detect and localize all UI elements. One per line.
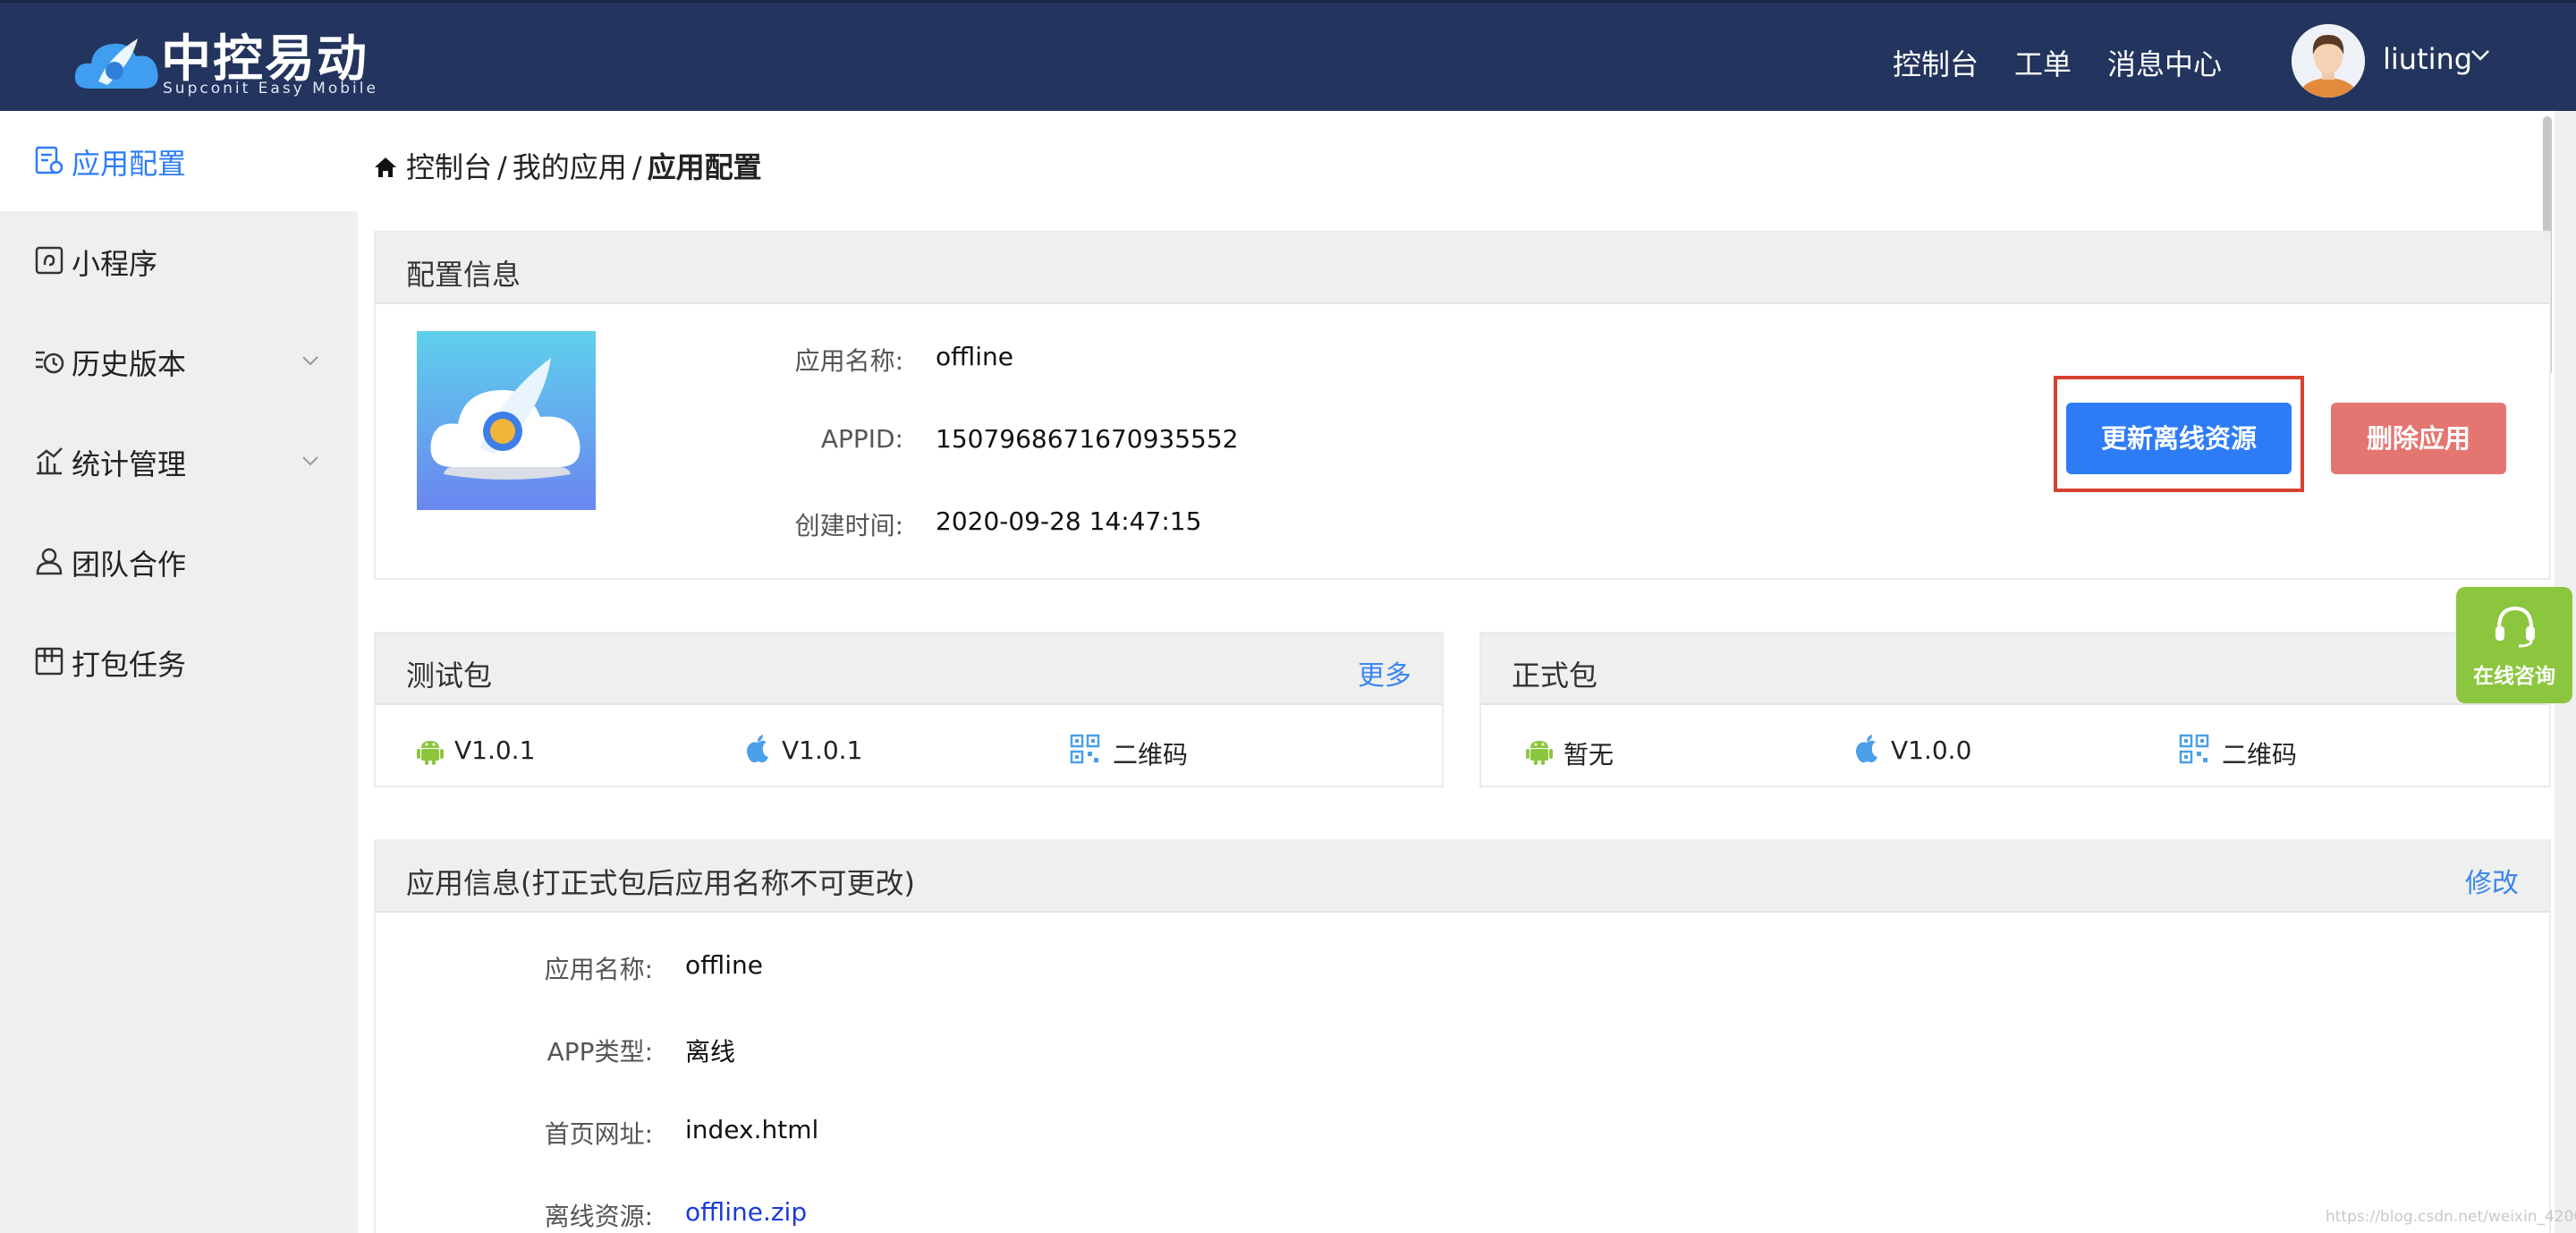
apple-icon [747,735,768,763]
value-app-name: offline [936,342,1013,371]
settings-doc-icon [35,146,64,174]
info-value-app-name: offline [685,950,763,980]
sidebar-item-label: 打包任务 [72,648,187,682]
android-icon [417,741,444,765]
nav-console[interactable]: 控制台 [1893,42,1979,83]
delete-app-button[interactable]: 删除应用 [2331,403,2506,474]
edit-link[interactable]: 修改 [2465,861,2519,900]
mini-program-icon [35,246,64,275]
online-consult-button[interactable]: 在线咨询 [2456,587,2572,703]
sidebar-item-mini-program[interactable]: 小程序 [0,211,358,311]
sidebar: 应用配置 小程序 历史版本 统计管理 团队合作 打包任务 [0,111,358,1233]
info-label-app-name: 应用名称: [544,955,653,984]
card-header: 配置信息 [376,233,2549,304]
label-appid: APPID: [820,424,903,454]
nav-message-center[interactable]: 消息中心 [2107,42,2222,83]
offline-zip-link[interactable]: offline.zip [685,1197,807,1227]
info-value-app-type: 离线 [685,1037,736,1067]
logo-subtitle: Supconit Easy Mobile [163,80,378,98]
nav-ticket[interactable]: 工单 [2014,42,2072,83]
label-app-name: 应用名称: [794,346,903,376]
card-title: 配置信息 [406,258,521,292]
card-header: 测试包 更多 [376,634,1442,705]
android-icon [1526,741,1553,765]
value-appid: 1507968671670935552 [936,424,1239,454]
qrcode-icon [2179,734,2209,764]
info-value-homepage-url: index.html [685,1115,819,1144]
breadcrumb-separator: / [497,150,507,184]
sidebar-item-label: 小程序 [72,247,158,281]
online-consult-label: 在线咨询 [2473,665,2555,688]
test-ios-version[interactable]: V1.0.1 [782,736,862,765]
value-created-time: 2020-09-28 14:47:15 [936,506,1202,536]
sidebar-item-label: 团队合作 [72,548,187,582]
release-android-version: 暂无 [1563,740,1614,770]
brand-logo[interactable]: 中控易动 Supconit Easy Mobile [73,17,377,98]
breadcrumb-separator: / [631,150,642,184]
test-qrcode-link[interactable]: 二维码 [1113,736,1188,771]
history-icon [36,351,64,374]
qrcode-icon [1070,734,1100,764]
headset-icon [2496,606,2535,648]
app-rocket-icon [417,331,596,510]
release-ios-version[interactable]: V1.0.0 [1891,736,1971,765]
chevron-down-icon[interactable] [2470,49,2490,62]
sidebar-item-team[interactable]: 团队合作 [0,512,358,612]
sidebar-item-history[interactable]: 历史版本 [0,311,358,412]
avatar[interactable] [2292,24,2365,98]
info-label-app-type: APP类型: [547,1037,653,1067]
card-title: 正式包 [1512,659,1598,693]
user-icon [36,548,63,575]
package-icon [35,647,64,676]
sidebar-item-app-config[interactable]: 应用配置 [0,111,358,211]
username[interactable]: liuting [2383,42,2472,76]
test-android-version[interactable]: V1.0.1 [454,736,535,765]
card-header: 正式包 [1481,634,2549,705]
info-label-homepage-url: 首页网址: [544,1119,653,1149]
chart-icon [37,447,63,475]
info-label-offline-resource: 离线资源: [544,1202,653,1231]
update-offline-resource-button[interactable]: 更新离线资源 [2066,403,2292,474]
chevron-down-icon[interactable] [301,354,320,367]
card-header: 应用信息(打正式包后应用名称不可更改) 修改 [376,841,2549,913]
sidebar-item-label: 应用配置 [72,147,187,181]
label-created-time: 创建时间: [794,511,903,540]
cloud-rocket-icon [74,38,158,89]
release-package-card: 正式包 [1479,632,2551,787]
sidebar-item-package-tasks[interactable]: 打包任务 [0,612,358,712]
chevron-down-icon[interactable] [301,455,320,467]
home-icon[interactable] [374,156,397,179]
breadcrumb-my-apps[interactable]: 我的应用 [513,150,627,184]
more-link[interactable]: 更多 [1358,653,1411,693]
watermark: https://blog.csdn.net/weixin_42060524 [2326,1208,2576,1226]
card-title: 应用信息(打正式包后应用名称不可更改) [406,866,915,900]
sidebar-item-label: 历史版本 [72,347,187,381]
sidebar-item-statistics[interactable]: 统计管理 [0,412,358,512]
release-qrcode-link[interactable]: 二维码 [2222,736,2297,771]
breadcrumb-current: 应用配置 [647,150,762,184]
apple-icon [1856,735,1877,763]
top-header: 中控易动 Supconit Easy Mobile 控制台 工单 消息中心 li… [0,0,2576,111]
user-avatar-icon [2292,24,2365,98]
card-title: 测试包 [406,659,493,693]
sidebar-item-label: 统计管理 [72,447,187,481]
breadcrumb: 控制台 / 我的应用 / 应用配置 [374,145,762,186]
breadcrumb-console[interactable]: 控制台 [406,150,492,184]
